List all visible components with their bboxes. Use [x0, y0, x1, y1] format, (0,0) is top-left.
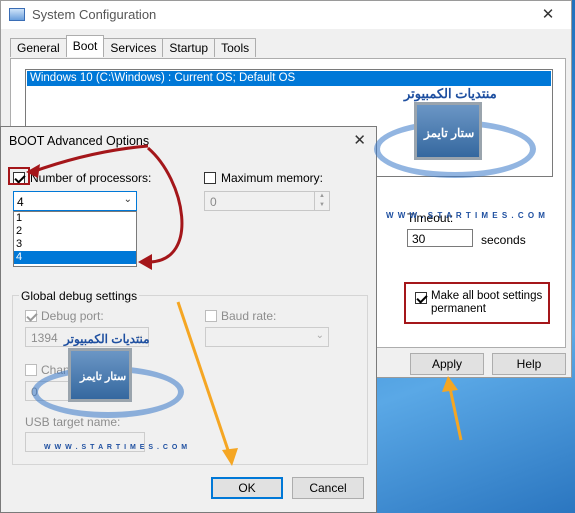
tab-boot[interactable]: Boot [65, 35, 105, 57]
seconds-label: seconds [481, 233, 526, 247]
processor-option-2[interactable]: 2 [14, 225, 136, 238]
tab-strip: General Boot Services Startup Tools [10, 35, 257, 58]
global-debug-title: Global debug settings [19, 289, 140, 303]
help-button[interactable]: Help [492, 353, 566, 375]
processor-option-3[interactable]: 3 [14, 238, 136, 251]
maximum-memory-label: Maximum memory: [221, 171, 324, 185]
maximum-memory-value: 0 [210, 195, 217, 209]
ok-button[interactable]: OK [211, 477, 283, 499]
os-list-item[interactable]: Windows 10 (C:\Windows) : Current OS; De… [27, 71, 551, 86]
tab-general[interactable]: General [10, 38, 67, 57]
window-title: System Configuration [32, 7, 157, 22]
processor-options-list[interactable]: 1 2 3 4 [13, 211, 137, 267]
apply-button[interactable]: Apply [410, 353, 484, 375]
tab-services[interactable]: Services [103, 38, 164, 57]
debug-port-label: Debug port: [41, 309, 104, 323]
usb-target-label: USB target name: [25, 415, 121, 429]
debug-port-value: 1394 [31, 331, 58, 345]
channel-input[interactable]: 0 [25, 381, 85, 401]
make-permanent-highlight: Make all boot settings permanent [404, 282, 550, 324]
spinner-arrows-icon[interactable]: ▲ ▼ [314, 192, 329, 210]
channel-label: Channel: [41, 363, 90, 377]
close-icon[interactable]: ✕ [533, 3, 563, 27]
boot-advanced-options-dialog: BOOT Advanced Options ✕ Number of proces… [0, 126, 377, 513]
tab-tools[interactable]: Tools [214, 38, 257, 57]
debug-port-dropdown[interactable]: 1394 ⌄ [25, 327, 149, 347]
msconfig-icon [9, 8, 25, 21]
maximum-memory-input[interactable]: 0 ▲ ▼ [204, 191, 330, 211]
chevron-down-icon: ⌄ [135, 330, 144, 341]
chevron-down-icon[interactable]: ⌄ [124, 194, 132, 205]
chevron-down-icon: ⌄ [315, 330, 324, 341]
number-of-processors-label: Number of processors: [30, 171, 152, 185]
selected-processor-count: 4 [17, 195, 24, 209]
title-bar: System Configuration ✕ [1, 1, 571, 29]
channel-checkbox[interactable] [25, 364, 37, 376]
dialog-title: BOOT Advanced Options [9, 134, 150, 148]
number-of-processors-checkbox[interactable] [13, 172, 25, 184]
number-of-processors-dropdown[interactable]: 4 ⌄ [13, 191, 137, 211]
timeout-input[interactable]: 30 [407, 229, 473, 247]
channel-value: 0 [31, 385, 38, 399]
tab-startup[interactable]: Startup [162, 38, 216, 57]
make-permanent-label: Make all boot settings permanent [431, 290, 543, 315]
timeout-label: Timeout: [407, 211, 454, 225]
maximum-memory-checkbox[interactable] [204, 172, 216, 184]
usb-target-input[interactable] [25, 432, 145, 452]
processor-option-4[interactable]: 4 [14, 251, 136, 264]
close-icon[interactable]: ✕ [353, 131, 366, 149]
cancel-button[interactable]: Cancel [292, 477, 364, 499]
make-permanent-checkbox[interactable] [415, 292, 427, 304]
baud-rate-checkbox[interactable] [205, 310, 217, 322]
baud-rate-label: Baud rate: [221, 309, 277, 323]
baud-rate-dropdown[interactable]: ⌄ [205, 327, 329, 347]
debug-port-checkbox[interactable] [25, 310, 37, 322]
processor-option-1[interactable]: 1 [14, 212, 136, 225]
